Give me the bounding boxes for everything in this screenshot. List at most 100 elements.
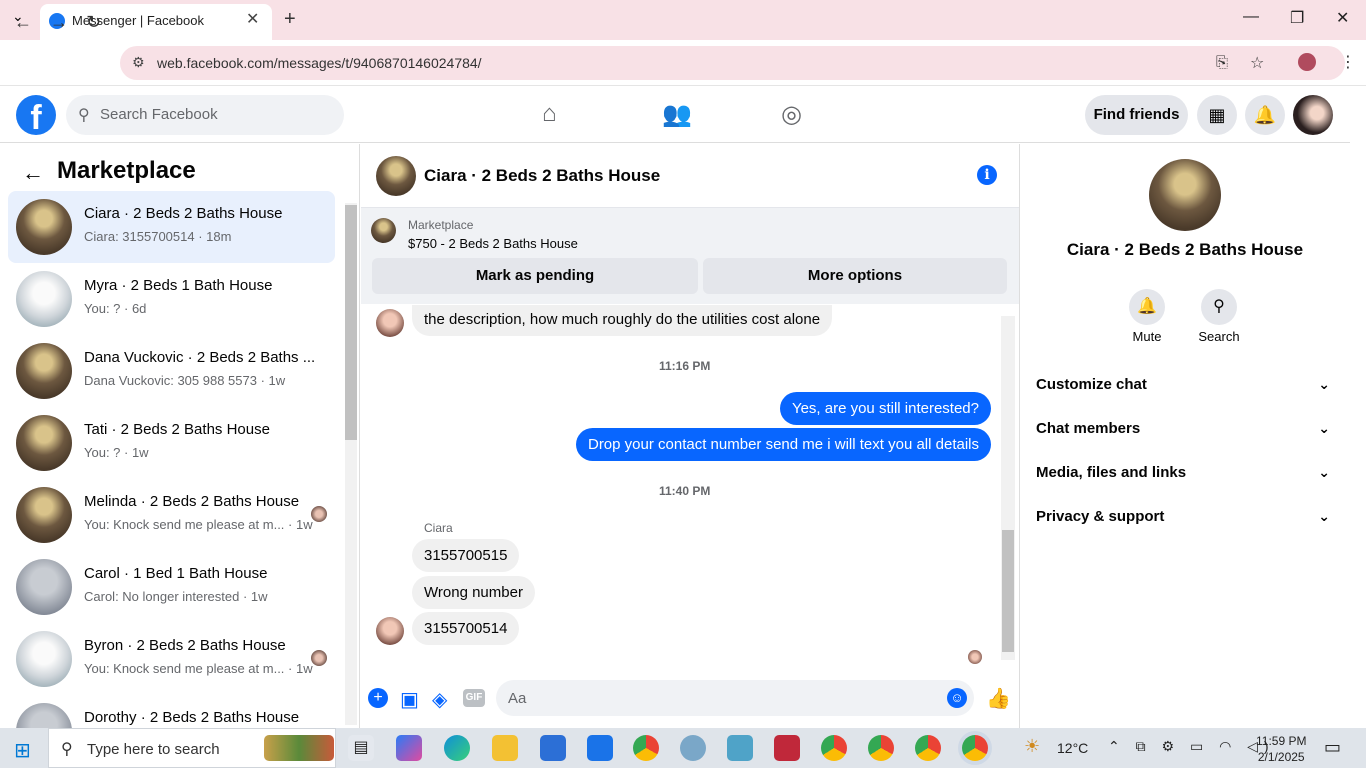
scrollbar-thumb[interactable]: [1002, 530, 1014, 652]
find-friends-button[interactable]: Find friends: [1085, 95, 1188, 135]
task-view-icon[interactable]: ▤: [348, 735, 374, 761]
mail-icon[interactable]: [587, 735, 613, 761]
gif-icon[interactable]: GIF: [463, 689, 485, 707]
conversation-name: Byron · 2 Beds 2 Baths House: [84, 637, 286, 654]
facebook-search-input[interactable]: ⚲ Search Facebook: [66, 95, 344, 135]
app-icon[interactable]: [727, 735, 753, 761]
photo-icon[interactable]: ▣: [400, 687, 419, 712]
conversation-name: Carol · 1 Bed 1 Bath House: [84, 565, 268, 582]
conversation-item[interactable]: Ciara · 2 Beds 2 Baths House Ciara: 3155…: [8, 191, 335, 263]
section-label: Media, files and links: [1036, 464, 1187, 481]
conversation-item[interactable]: Carol · 1 Bed 1 Bath House Carol: No lon…: [8, 551, 335, 623]
minimize-icon[interactable]: —: [1243, 8, 1259, 26]
search-icon: ⚲: [61, 741, 73, 758]
install-app-icon[interactable]: ⎘: [1216, 54, 1228, 71]
clock[interactable]: 11:59 PM 2/1/2025: [1256, 733, 1306, 765]
menu-grid-icon[interactable]: ▦: [1197, 95, 1237, 135]
conversation-name: Dorothy · 2 Beds 2 Baths House: [84, 709, 300, 726]
mute-bell-icon[interactable]: 🔔: [1129, 289, 1165, 325]
listing-thumbnail: [16, 343, 72, 399]
scrollbar-thumb[interactable]: [345, 205, 357, 440]
more-options-button[interactable]: More options: [703, 258, 1007, 294]
file-explorer-icon[interactable]: [492, 735, 518, 761]
details-avatar[interactable]: [1149, 159, 1221, 231]
info-icon[interactable]: i: [977, 165, 997, 185]
clock-time: 11:59 PM: [1256, 734, 1307, 748]
store-icon[interactable]: [540, 735, 566, 761]
site-info-icon[interactable]: ⚙: [132, 54, 145, 71]
conversation-list-scrollbar[interactable]: [345, 195, 357, 725]
facebook-logo-icon[interactable]: f: [16, 95, 56, 137]
browser-profile-icon[interactable]: [1298, 53, 1316, 71]
chrome-profile-icon[interactable]: [915, 735, 941, 761]
back-icon[interactable]: ←: [14, 12, 32, 33]
add-icon[interactable]: +: [368, 688, 388, 708]
conversation-name: Dana Vuckovic · 2 Beds 2 Baths ...: [84, 349, 316, 366]
windows-start-icon[interactable]: ⊞: [14, 738, 31, 763]
weather-temp[interactable]: 12°C: [1057, 740, 1088, 756]
app-icon[interactable]: [680, 735, 706, 761]
restore-icon[interactable]: ❐: [1290, 8, 1304, 28]
copilot-icon[interactable]: [396, 735, 422, 761]
mark-as-pending-button[interactable]: Mark as pending: [372, 258, 698, 294]
bookmark-star-icon[interactable]: ☆: [1250, 53, 1264, 73]
conversation-item[interactable]: Byron · 2 Beds 2 Baths House You: Knock …: [8, 623, 335, 695]
reload-icon[interactable]: ↻: [86, 12, 101, 33]
conversation-item[interactable]: Dorothy · 2 Beds 2 Baths House: [8, 695, 335, 728]
emoji-icon[interactable]: ☺: [947, 688, 967, 708]
privacy-support-section[interactable]: Privacy & support ⌄: [1036, 508, 1336, 538]
back-arrow-icon[interactable]: ←: [22, 160, 44, 186]
media-files-links-section[interactable]: Media, files and links ⌄: [1036, 464, 1336, 494]
page-scrollbar[interactable]: [1350, 88, 1366, 728]
chevron-down-icon: ⌄: [1318, 508, 1330, 524]
recorder-icon[interactable]: [774, 735, 800, 761]
notifications-bell-icon[interactable]: 🔔: [1245, 95, 1285, 135]
groups-icon[interactable]: ◎: [781, 100, 802, 129]
search-label: Search: [1198, 329, 1240, 344]
chat-avatar[interactable]: [376, 156, 416, 196]
browser-tab[interactable]: Messenger | Facebook ✕: [40, 4, 272, 40]
conversation-name: Myra · 2 Beds 1 Bath House: [84, 277, 273, 294]
customize-chat-section[interactable]: Customize chat ⌄: [1036, 376, 1336, 406]
panel-title: Marketplace: [57, 157, 196, 184]
listing-price[interactable]: $750 - 2 Beds 2 Baths House: [408, 236, 578, 251]
home-icon[interactable]: ⌂: [542, 100, 557, 128]
browser-menu-icon[interactable]: ⋮: [1340, 52, 1356, 72]
forward-icon[interactable]: →: [50, 12, 68, 33]
mute-label: Mute: [1132, 329, 1162, 344]
listing-thumbnail: [16, 703, 72, 728]
sender-avatar: [376, 309, 404, 337]
conversation-name: Tati · 2 Beds 2 Baths House: [84, 421, 270, 438]
conversation-preview: You: Knock send me please at m... · 1w: [84, 661, 313, 676]
message-input[interactable]: Aa: [496, 680, 974, 716]
weather-icon[interactable]: ☀: [1024, 736, 1040, 757]
chrome-icon[interactable]: [633, 735, 659, 761]
chrome-profile-icon[interactable]: [821, 735, 847, 761]
search-highlight-icon[interactable]: [264, 735, 334, 761]
edge-icon[interactable]: [444, 735, 470, 761]
conversation-item[interactable]: Melinda · 2 Beds 2 Baths House You: Knoc…: [8, 479, 335, 551]
search-icon[interactable]: ⚲: [1201, 289, 1237, 325]
profile-avatar[interactable]: [1293, 95, 1333, 135]
chat-title[interactable]: Ciara · 2 Beds 2 Baths House: [424, 166, 660, 186]
like-thumb-icon[interactable]: 👍: [986, 686, 1011, 711]
url-text[interactable]: web.facebook.com/messages/t/940687014602…: [157, 55, 482, 71]
conversation-preview: Carol: No longer interested · 1w: [84, 589, 268, 604]
chrome-profile-icon[interactable]: [868, 735, 894, 761]
friends-icon[interactable]: 👥: [662, 100, 692, 129]
new-tab-icon[interactable]: +: [284, 8, 296, 31]
conversation-item[interactable]: Myra · 2 Beds 1 Bath House You: ? · 6d: [8, 263, 335, 335]
chrome-active-icon[interactable]: [962, 735, 988, 761]
tab-close-icon[interactable]: ✕: [246, 9, 259, 29]
message-scrollbar[interactable]: [1001, 308, 1015, 668]
chat-members-section[interactable]: Chat members ⌄: [1036, 420, 1336, 450]
notification-center-icon[interactable]: ▭: [1324, 737, 1341, 758]
conversation-name: Melinda · 2 Beds 2 Baths House: [84, 493, 300, 510]
sticker-icon[interactable]: ◈: [432, 687, 447, 712]
system-tray-icons[interactable]: ⌃ ⧉ ⚙ ▭ ◠ ◁): [1108, 738, 1275, 755]
window-close-icon[interactable]: ✕: [1336, 8, 1349, 28]
conversation-item[interactable]: Dana Vuckovic · 2 Beds 2 Baths ... Dana …: [8, 335, 335, 407]
details-name: Ciara · 2 Beds 2 Baths House: [1066, 240, 1304, 259]
listing-thumbnail[interactable]: [371, 218, 396, 243]
conversation-item[interactable]: Tati · 2 Beds 2 Baths House You: ? · 1w: [8, 407, 335, 479]
